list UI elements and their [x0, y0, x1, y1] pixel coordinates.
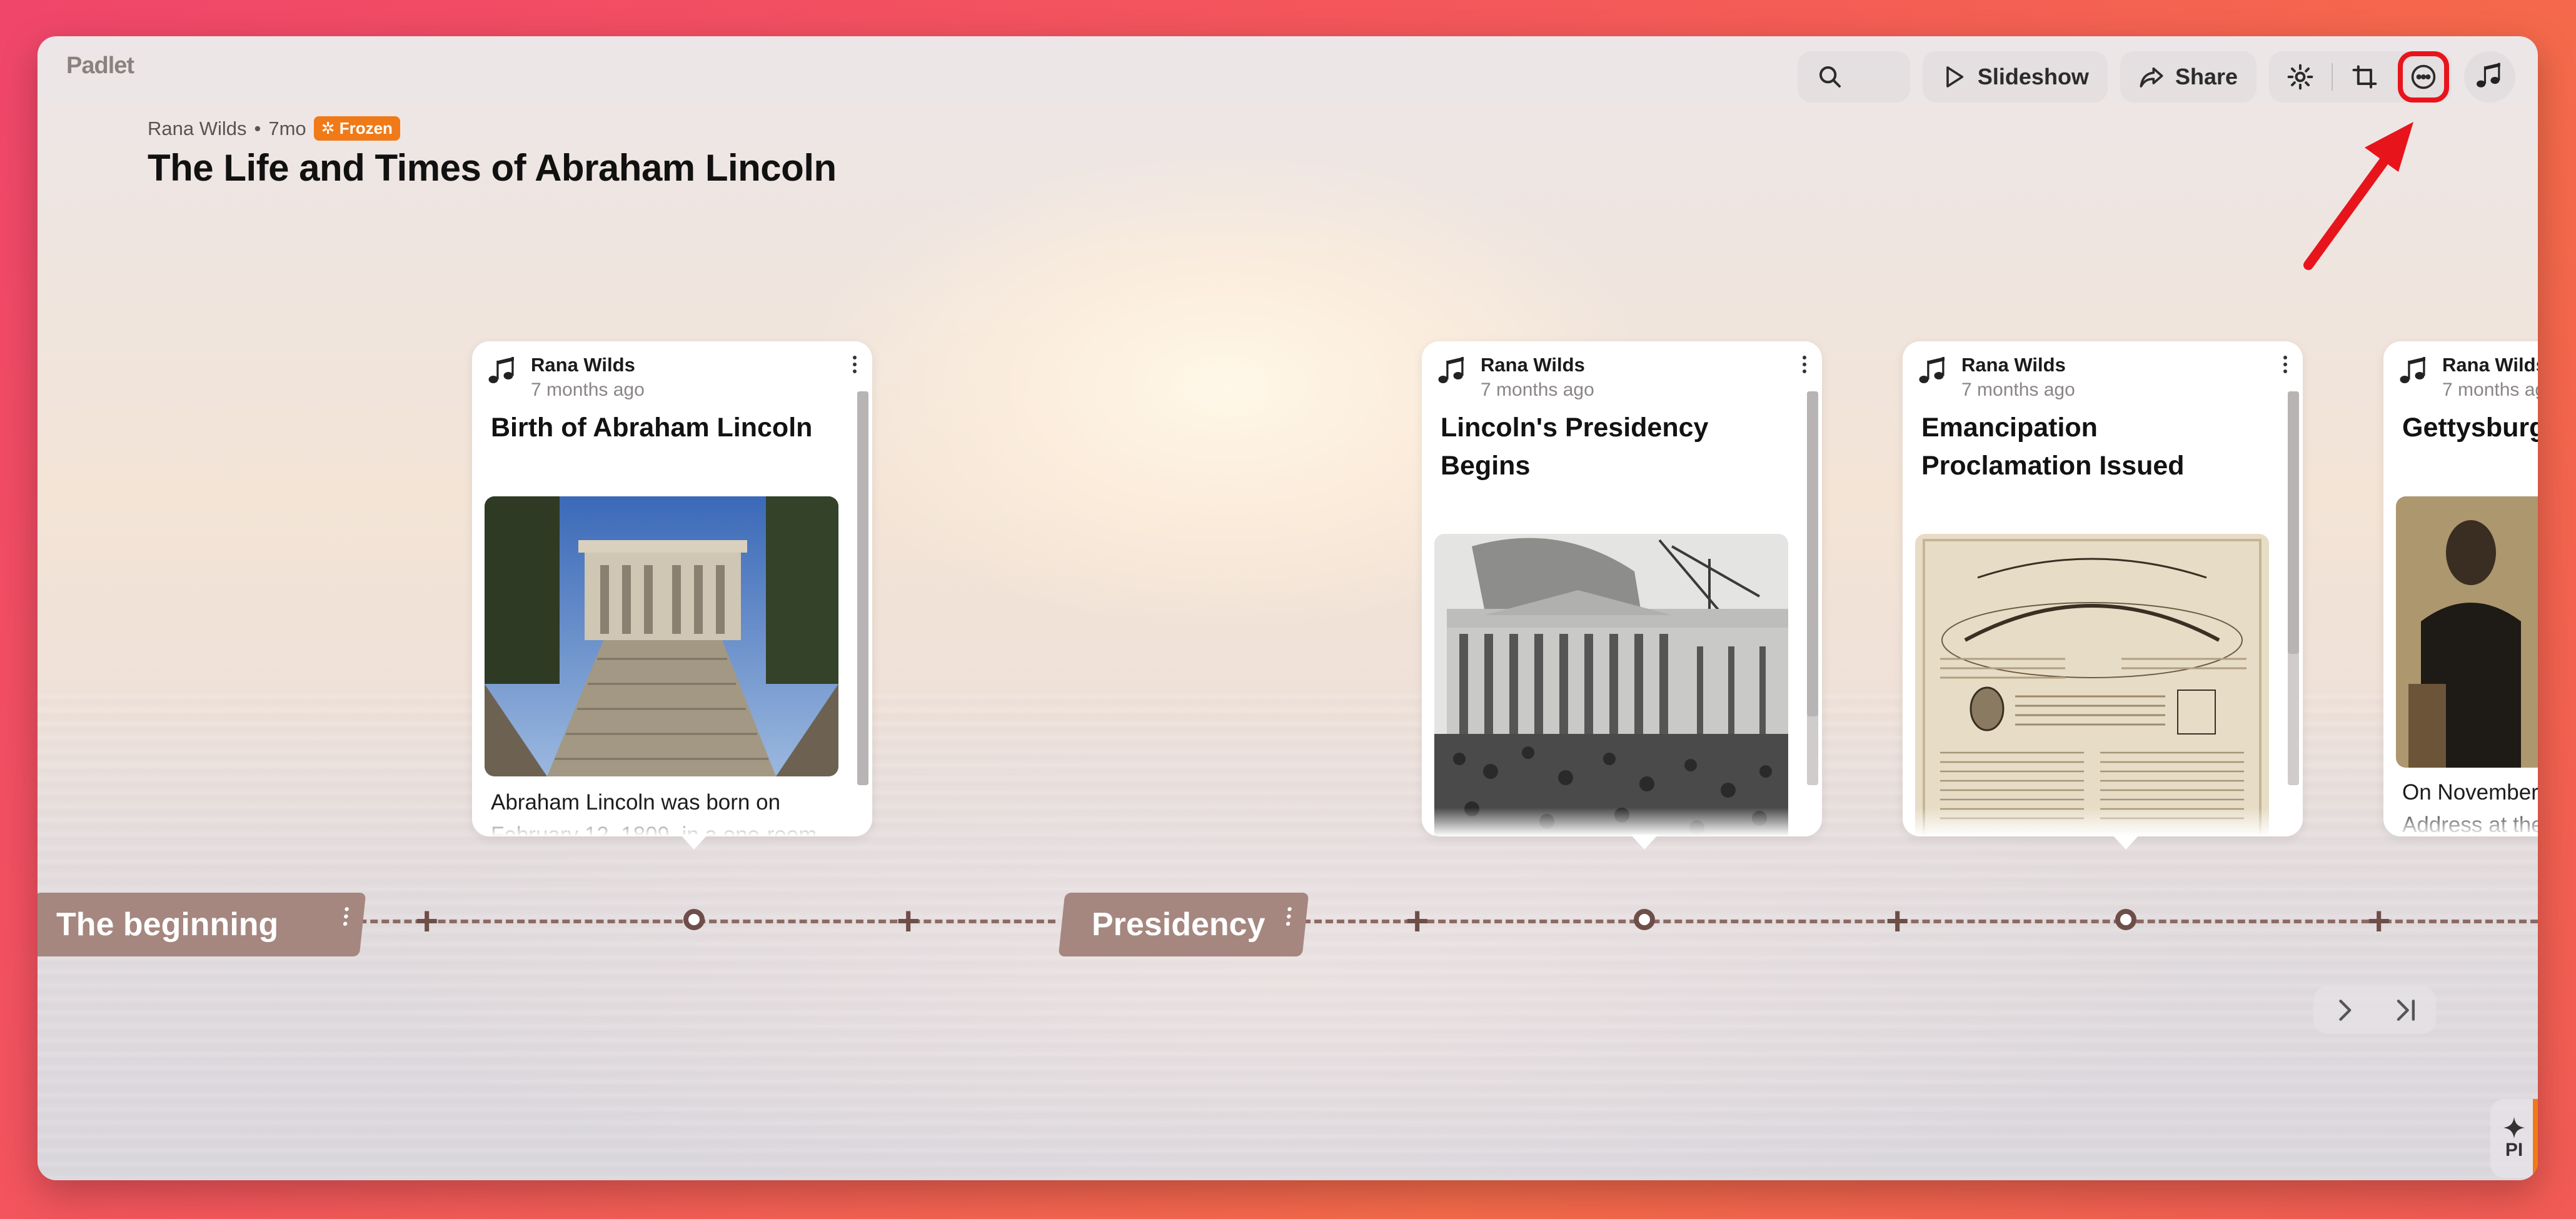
board-author: Rana Wilds [148, 117, 247, 139]
post-title: Emancipation Proclamation Issued [1921, 413, 2185, 481]
post-card[interactable]: Rana Wilds 7 months ago Birth of Abraham… [472, 341, 872, 836]
post-header: Rana Wilds 7 months ago [1914, 353, 2075, 403]
remake-button[interactable] [2333, 51, 2395, 103]
toolbar-icon-group [2269, 51, 2452, 103]
section-label-text: The beginning [56, 906, 279, 943]
add-post-plus-icon[interactable]: + [2367, 901, 2390, 941]
music-notes-avatar [2477, 63, 2500, 88]
post-time: 7 months ago [1961, 379, 2075, 400]
music-notes-avatar [1919, 357, 1945, 383]
play-icon [1946, 66, 1964, 88]
post-author: Rana Wilds [531, 354, 635, 376]
user-avatar-button[interactable] [2464, 51, 2515, 103]
post-header: Rana Wilds 7 months ago [2395, 353, 2538, 403]
music-notes-avatar [488, 357, 514, 383]
board-title: The Life and Times of Abraham Lincoln [148, 147, 837, 189]
post-author: Rana Wilds [2442, 354, 2538, 376]
post-time: 7 months ago [2442, 379, 2538, 400]
chevron-right-icon[interactable] [2330, 996, 2358, 1024]
timeline-line [1280, 920, 2538, 923]
meta-separator: • [254, 117, 261, 139]
gear-icon [2287, 64, 2313, 90]
sparkle-icon [2503, 1116, 2525, 1139]
ai-button-accent [2533, 1099, 2538, 1178]
post-card[interactable]: Rana Wilds 7 months ago Lincoln's Presid… [1422, 341, 1822, 836]
music-notes-avatar [1438, 357, 1464, 383]
post-time: 7 months ago [1481, 379, 1594, 400]
post-image[interactable] [485, 496, 838, 776]
section-menu-icon[interactable] [1285, 906, 1292, 926]
post-scrollbar[interactable] [857, 391, 868, 785]
author-avatar [1433, 353, 1472, 391]
share-label: Share [2175, 64, 2238, 89]
author-avatar [1914, 353, 1953, 391]
post-author: Rana Wilds [1961, 354, 2066, 376]
author-avatar [2395, 353, 2433, 391]
post-author: Rana Wilds [1481, 354, 1585, 376]
memorial-photo [485, 496, 838, 776]
top-toolbar: Slideshow Share [1797, 50, 2515, 104]
section-menu-icon[interactable] [343, 906, 350, 926]
snowflake-icon: ✲ [321, 119, 335, 138]
post-pointer [2112, 835, 2140, 850]
section-label-presidency[interactable]: Presidency [1058, 893, 1309, 956]
padlet-board: Padlet Slideshow Share Rana Wilds • 7mo … [38, 36, 2538, 1180]
share-button[interactable]: Share [2120, 51, 2257, 103]
ai-assistant-button[interactable]: PI [2490, 1099, 2538, 1178]
timeline-post-dot[interactable] [2115, 909, 2136, 930]
post-card[interactable]: Rana Wilds 7 months ago Gettysburg On No… [2383, 341, 2538, 836]
post-time: 7 months ago [531, 379, 645, 400]
add-post-plus-icon[interactable]: + [1886, 901, 1909, 941]
slideshow-button[interactable]: Slideshow [1922, 51, 2108, 103]
timeline-post-dot[interactable] [683, 909, 705, 930]
post-pointer [1631, 835, 1658, 850]
post-fade [1903, 808, 2303, 836]
post-card[interactable]: Rana Wilds 7 months ago Emancipation Pro… [1903, 341, 2303, 836]
post-menu-icon[interactable] [1801, 355, 1808, 374]
lincoln-portrait-photo [2396, 496, 2538, 768]
post-menu-icon[interactable] [2282, 355, 2289, 374]
add-post-plus-icon[interactable]: + [415, 901, 438, 941]
search-icon [1819, 66, 1841, 88]
slideshow-label: Slideshow [1977, 64, 2089, 89]
music-notes-avatar [2400, 357, 2425, 383]
remake-icon [2352, 65, 2377, 89]
post-title: Birth of Abraham Lincoln [491, 413, 813, 443]
share-arrow-icon [2140, 67, 2163, 88]
timeline-navigation [2313, 986, 2436, 1034]
frozen-badge: ✲ Frozen [313, 116, 400, 141]
capitol-photo [1434, 534, 1788, 836]
settings-button[interactable] [2269, 51, 2332, 103]
post-pointer [680, 835, 708, 850]
post-menu-icon[interactable] [851, 355, 858, 374]
proclamation-photo [1915, 534, 2269, 836]
post-header: Rana Wilds 7 months ago [1433, 353, 1594, 403]
ai-button-label: PI [2505, 1140, 2523, 1160]
post-image[interactable] [1915, 534, 2269, 836]
more-options-button[interactable] [2398, 51, 2449, 103]
section-label-text: Presidency [1092, 906, 1265, 943]
post-header: Rana Wilds 7 months ago [483, 353, 645, 403]
padlet-logo[interactable]: Padlet [66, 53, 134, 79]
post-fade [472, 808, 872, 836]
post-title: Lincoln's Presidency Begins [1441, 413, 1709, 481]
skip-to-end-icon[interactable] [2392, 996, 2419, 1024]
frozen-badge-label: Frozen [339, 119, 393, 138]
post-title: Gettysburg [2402, 413, 2538, 443]
more-ellipsis-icon [2411, 64, 2436, 89]
post-scrollbar[interactable] [2288, 391, 2299, 785]
board-age: 7mo [268, 117, 306, 139]
author-avatar [483, 353, 522, 391]
post-image[interactable] [1434, 534, 1788, 836]
post-fade [1422, 808, 1822, 836]
post-scrollbar[interactable] [1807, 391, 1818, 785]
section-label-the-beginning[interactable]: The beginning [38, 893, 366, 956]
post-image[interactable] [2396, 496, 2538, 768]
board-meta: Rana Wilds • 7mo ✲ Frozen [148, 116, 400, 141]
post-fade [2383, 808, 2538, 836]
add-post-plus-icon[interactable]: + [897, 901, 920, 941]
timeline-post-dot[interactable] [1634, 909, 1655, 930]
add-post-plus-icon[interactable]: + [1406, 901, 1429, 941]
search-button[interactable] [1797, 51, 1910, 103]
